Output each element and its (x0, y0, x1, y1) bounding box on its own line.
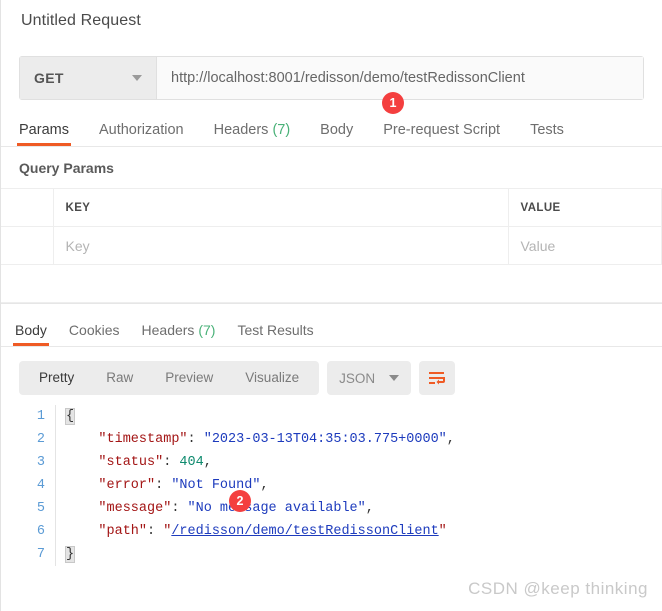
row-checkbox-cell[interactable] (1, 227, 53, 265)
wrap-text-button[interactable] (419, 361, 455, 395)
line-number: 5 (1, 497, 45, 520)
chevron-down-icon (389, 375, 399, 381)
line-number: 1 (1, 405, 45, 428)
value-input[interactable]: Value (508, 227, 662, 265)
code-token-link[interactable]: /redisson/demo/testRedissonClient (171, 524, 438, 539)
response-format-label: JSON (339, 371, 375, 386)
line-number: 4 (1, 474, 45, 497)
code-token-k: " (439, 524, 447, 539)
code-token-p: , (447, 432, 455, 447)
table-header-row: KEY VALUE (1, 189, 662, 227)
request-tab-list: Params Authorization Headers (7) Body Pre-re… (19, 116, 662, 146)
tab-headers[interactable]: Headers (7) (214, 122, 291, 146)
line-number: 2 (1, 428, 45, 451)
url-bar: GET http://localhost:8001/redisson/demo/… (19, 56, 644, 100)
key-input[interactable]: Key (53, 227, 508, 265)
response-toolbar: PrettyRawPreviewVisualize JSON (19, 361, 662, 395)
tab-label: Pre-request Script (383, 122, 500, 138)
watermark: CSDN @keep thinking (468, 579, 648, 599)
response-view-mode-group: PrettyRawPreviewVisualize (19, 361, 319, 395)
code-token-p: , (204, 455, 212, 470)
code-token-k: "timestamp" (66, 432, 188, 447)
code-token-k: "path" (66, 524, 147, 539)
response-body-viewer[interactable]: 1234567 { "timestamp": "2023-03-13T04:35… (1, 405, 662, 566)
tab-params[interactable]: Params (19, 122, 69, 146)
code-token-k: "message" (66, 501, 171, 516)
page-title: Untitled Request (21, 12, 141, 29)
tab-authorization[interactable]: Authorization (99, 122, 184, 146)
tab-count-badge: (7) (194, 322, 215, 338)
tab-label: Test Results (237, 322, 313, 338)
column-header-value: VALUE (508, 189, 662, 227)
postman-request-window: Untitled Request GET http://localhost:80… (0, 0, 662, 611)
tab-pre-request-script[interactable]: Pre-request Script (383, 122, 500, 146)
code-token-n: 404 (179, 455, 203, 470)
column-header-key: KEY (53, 189, 508, 227)
tab-tests[interactable]: Tests (530, 122, 564, 146)
tab-label: Tests (530, 122, 564, 138)
code-token-brace: } (66, 547, 74, 562)
code-token-k: "status" (66, 455, 163, 470)
code-token-s: "No message available" (188, 501, 366, 516)
url-input[interactable]: http://localhost:8001/redisson/demo/test… (157, 57, 643, 99)
code-token-s: "Not Found" (171, 478, 260, 493)
response-tabs-divider (1, 346, 662, 347)
code-token-p: , (366, 501, 374, 516)
request-response-divider (1, 303, 662, 304)
table-filler-row (1, 265, 662, 303)
tab-label: Headers (214, 122, 269, 138)
code-token-brace: { (66, 409, 74, 424)
request-title-bar: Untitled Request (1, 0, 662, 42)
code-line: "status": 404, (66, 451, 662, 474)
code-token-s: "2023-03-13T04:35:03.775+0000" (204, 432, 447, 447)
line-number: 3 (1, 451, 45, 474)
view-mode-pretty[interactable]: Pretty (23, 361, 90, 395)
code-token-p: : (188, 432, 204, 447)
method-select[interactable]: GET (20, 57, 157, 99)
code-token-k: "error" (66, 478, 155, 493)
response-tab-cookies[interactable]: Cookies (69, 322, 120, 346)
code-token-p: : (147, 524, 163, 539)
code-token-p: : (155, 478, 171, 493)
code-token-p: , (260, 478, 268, 493)
tab-label: Cookies (69, 322, 120, 338)
response-format-select[interactable]: JSON (327, 361, 411, 395)
code-line: } (66, 543, 662, 566)
response-tab-list: Body Cookies Headers (7) Test Results (15, 318, 662, 346)
annotation-badge-1: 1 (382, 92, 404, 114)
tab-label: Headers (142, 322, 195, 338)
code-line: "message": "No message available", (66, 497, 662, 520)
view-mode-preview[interactable]: Preview (149, 361, 229, 395)
response-tab-test-results[interactable]: Test Results (237, 322, 313, 346)
view-mode-visualize[interactable]: Visualize (229, 361, 315, 395)
chevron-down-icon (132, 75, 142, 81)
response-tab-body[interactable]: Body (15, 322, 47, 346)
code-token-p: : (171, 501, 187, 516)
query-params-table: KEY VALUE Key Value (1, 188, 662, 303)
annotation-badge-2: 2 (229, 490, 251, 512)
tab-body[interactable]: Body (320, 122, 353, 146)
wrap-text-icon (427, 370, 447, 386)
response-body-code[interactable]: { "timestamp": "2023-03-13T04:35:03.775+… (55, 405, 662, 566)
view-mode-raw[interactable]: Raw (90, 361, 149, 395)
tab-label: Authorization (99, 122, 184, 138)
tab-label: Params (19, 122, 69, 138)
code-token-p: : (163, 455, 179, 470)
tab-label: Body (320, 122, 353, 138)
code-line: "timestamp": "2023-03-13T04:35:03.775+00… (66, 428, 662, 451)
code-line: "error": "Not Found", (66, 474, 662, 497)
tab-label: Body (15, 322, 47, 338)
code-line: "path": "/redisson/demo/testRedissonClie… (66, 520, 662, 543)
table-row[interactable]: Key Value (1, 227, 662, 265)
tab-count-badge: (7) (268, 122, 290, 138)
response-tab-headers[interactable]: Headers (7) (142, 322, 216, 346)
line-number: 7 (1, 543, 45, 566)
line-number-gutter: 1234567 (1, 405, 55, 566)
select-all-cell (1, 189, 53, 227)
query-params-heading: Query Params (1, 147, 662, 188)
method-label: GET (34, 70, 64, 86)
code-line: { (66, 405, 662, 428)
line-number: 6 (1, 520, 45, 543)
